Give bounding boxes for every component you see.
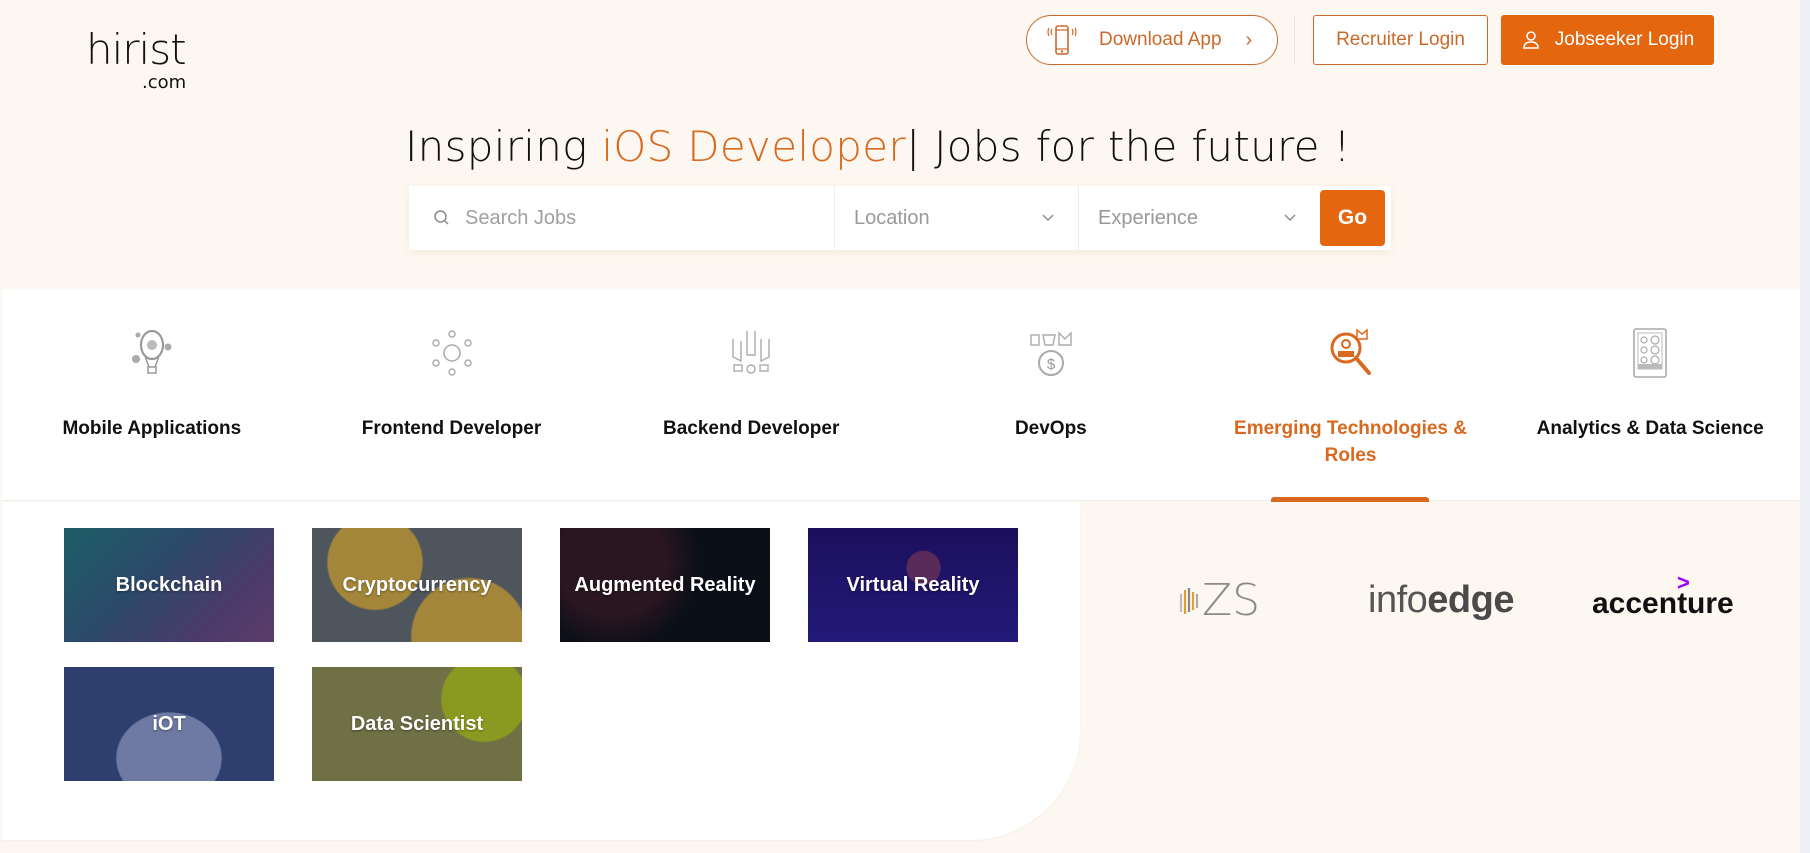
chevron-down-icon (1042, 214, 1054, 221)
chevron-down-icon (1284, 214, 1296, 221)
logo-domain: .com (142, 72, 187, 93)
download-app-label: Download App (1099, 29, 1222, 50)
tile-label: Blockchain (115, 573, 223, 596)
user-icon (1522, 31, 1539, 49)
tab-label: DevOps (1014, 418, 1087, 439)
company-logo-zs[interactable]: ZS (1178, 570, 1260, 630)
search-jobs-input[interactable] (465, 206, 785, 230)
tab-label: Mobile Applications (62, 418, 242, 439)
search-icon (434, 210, 449, 225)
hero-title: Inspiring iOS Developer| Jobs for the fu… (405, 122, 1351, 171)
zs-stripes-icon (1179, 588, 1199, 614)
search-field (409, 186, 835, 250)
svg-text:$: $ (1047, 356, 1056, 373)
jobseeker-login-label: Jobseeker Login (1554, 29, 1695, 50)
tile-label: Cryptocurrency (342, 573, 492, 596)
tab-frontend-developer[interactable]: Frontend Developer (302, 289, 602, 500)
active-tab-indicator (1270, 497, 1429, 502)
tablet-dashboard-icon (1633, 328, 1667, 378)
recruiter-login-label: Recruiter Login (1336, 29, 1465, 50)
tab-backend-developer[interactable]: Backend Developer (601, 289, 901, 500)
tab-label: Frontend Developer (361, 418, 542, 439)
typing-caret: | (905, 122, 921, 171)
tile-blockchain[interactable]: Blockchain (64, 528, 274, 642)
infoedge-bold: edge (1427, 578, 1514, 621)
header-divider (1294, 15, 1295, 65)
scrollbar[interactable] (1800, 0, 1810, 853)
location-select-label: Location (854, 206, 930, 229)
phone-icon (1047, 25, 1077, 55)
jobseeker-login-button[interactable]: Jobseeker Login (1501, 15, 1714, 65)
experience-select-label: Experience (1098, 206, 1199, 229)
tile-label: Augmented Reality (574, 573, 756, 596)
company-logos: ZS info edge > accenture (1160, 570, 1780, 630)
zs-text: ZS (1202, 574, 1261, 626)
tab-label: Analytics & Data Science (1536, 418, 1764, 439)
tile-cryptocurrency[interactable]: Cryptocurrency (312, 528, 522, 642)
tab-analytics-data-science[interactable]: Analytics & Data Science (1500, 289, 1800, 500)
hero-title-suffix: Jobs for the future ! (920, 122, 1351, 171)
money-bag-icon: $ (1030, 331, 1072, 376)
recruiter-login-button[interactable]: Recruiter Login (1313, 15, 1488, 65)
search-person-icon (1330, 328, 1371, 375)
location-select[interactable]: Location (835, 186, 1079, 250)
team-circle-icon (431, 330, 472, 376)
tile-augmented-reality[interactable]: Augmented Reality (560, 528, 770, 642)
tile-iot[interactable]: iOT (64, 667, 274, 781)
tile-label: Virtual Reality (846, 573, 980, 596)
tab-emerging-technologies[interactable]: Emerging Technologies & Roles (1201, 289, 1501, 502)
tile-label: Data Scientist (350, 712, 484, 735)
tab-mobile-applications[interactable]: Mobile Applications (2, 289, 302, 500)
go-search-button[interactable]: Go (1320, 190, 1385, 246)
company-logo-accenture[interactable]: > accenture (1592, 570, 1734, 630)
emerging-tech-panel: Blockchain Cryptocurrency Augmented Real… (2, 502, 1080, 840)
infoedge-light: info (1368, 578, 1428, 621)
hirist-logo[interactable]: hirist .com (86, 28, 196, 94)
hero-title-role: iOS Developer (601, 122, 906, 171)
download-app-button[interactable]: Download App › (1026, 15, 1278, 65)
experience-select[interactable]: Experience (1079, 186, 1320, 250)
chevron-right-icon: › (1245, 28, 1253, 51)
tab-label: Emerging Technologies & Roles (1234, 418, 1467, 466)
tab-devops[interactable]: $ DevOps (901, 289, 1201, 500)
category-tabs: Mobile Applications Frontend Developer B… (2, 289, 1800, 502)
company-logo-infoedge[interactable]: info edge (1368, 570, 1514, 630)
tile-data-scientist[interactable]: Data Scientist (312, 667, 522, 781)
tile-label: iOT (152, 712, 186, 735)
tile-virtual-reality[interactable]: Virtual Reality (808, 528, 1018, 642)
accenture-mark: > (1677, 570, 1690, 595)
job-search-bar: Location Experience Go (409, 186, 1391, 250)
accenture-text: accenture (1592, 587, 1734, 620)
logo-text: hirist (86, 25, 187, 74)
hero-title-prefix: Inspiring (405, 122, 602, 171)
raised-hands-icon (732, 331, 770, 374)
tab-label: Backend Developer (662, 418, 840, 439)
balloon-icon (131, 329, 172, 374)
